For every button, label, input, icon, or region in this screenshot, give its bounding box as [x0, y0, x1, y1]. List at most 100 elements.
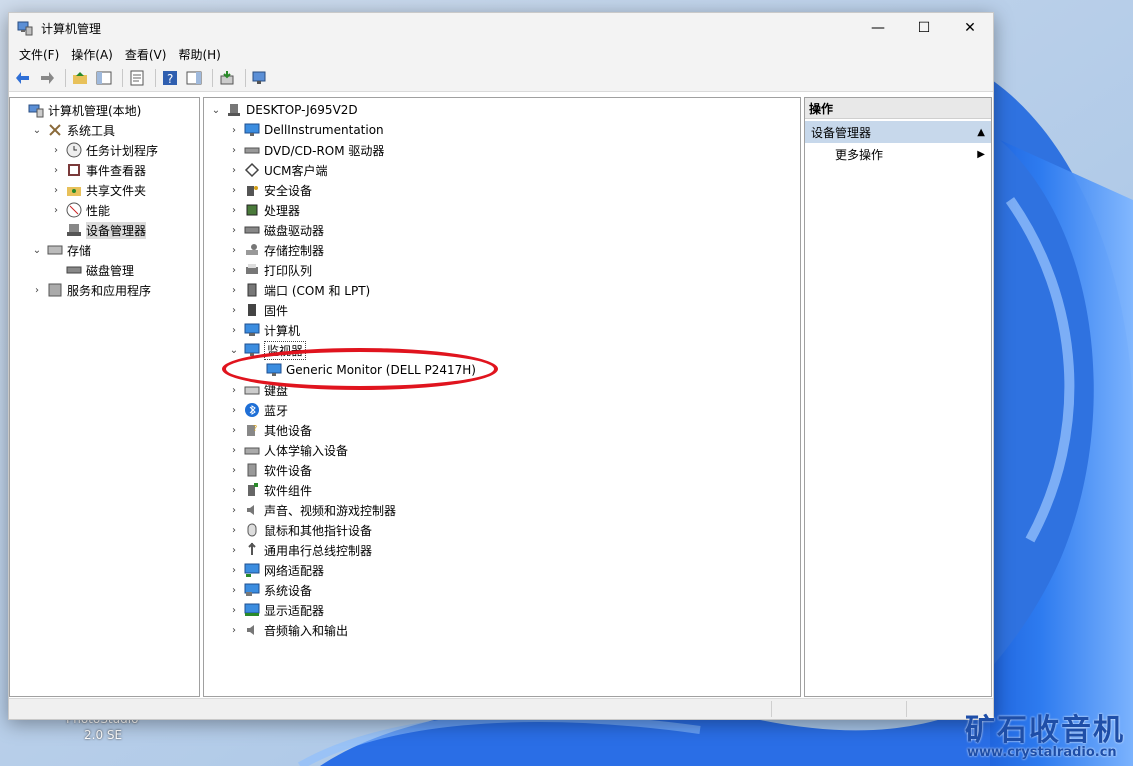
nav-tree-item[interactable]: ⌄ 系统工具: [10, 120, 199, 140]
back-arrow-icon[interactable]: [13, 68, 33, 88]
chevron-right-icon[interactable]: ›: [228, 144, 240, 156]
device-category[interactable]: › 蓝牙: [204, 400, 800, 420]
nav-tree-item[interactable]: › 事件查看器: [10, 160, 199, 180]
menu-action[interactable]: 操作(A): [65, 46, 119, 63]
chevron-right-icon[interactable]: ›: [228, 524, 240, 536]
chevron-right-icon[interactable]: ›: [228, 204, 240, 216]
device-label: DVD/CD-ROM 驱动器: [264, 143, 385, 158]
device-category[interactable]: › 显示适配器: [204, 600, 800, 620]
chevron-right-icon[interactable]: ›: [228, 324, 240, 336]
nav-tree-item[interactable]: 计算机管理(本地): [10, 100, 199, 120]
chevron-right-icon[interactable]: ›: [228, 444, 240, 456]
device-category[interactable]: › 存储控制器: [204, 240, 800, 260]
device-category[interactable]: › 软件组件: [204, 480, 800, 500]
device-category[interactable]: › 固件: [204, 300, 800, 320]
toolbar: ?: [9, 65, 993, 92]
device-category[interactable]: › 系统设备: [204, 580, 800, 600]
properties-icon[interactable]: [127, 68, 147, 88]
device-category[interactable]: › 软件设备: [204, 460, 800, 480]
chevron-right-icon[interactable]: ›: [228, 544, 240, 556]
device-category[interactable]: › UCM客户端: [204, 160, 800, 180]
chevron-right-icon[interactable]: ›: [50, 164, 62, 176]
device-category[interactable]: › 网络适配器: [204, 560, 800, 580]
svg-text:?: ?: [253, 424, 257, 433]
brand-title: 矿石收音机: [965, 713, 1125, 748]
device-category[interactable]: › 音频输入和输出: [204, 620, 800, 640]
chevron-right-icon[interactable]: ›: [228, 164, 240, 176]
menu-file[interactable]: 文件(F): [13, 46, 65, 63]
chevron-right-icon[interactable]: ›: [50, 184, 62, 196]
chevron-right-icon[interactable]: ›: [228, 564, 240, 576]
nav-tree-item[interactable]: 设备管理器: [10, 220, 199, 240]
device-category[interactable]: › 声音、视频和游戏控制器: [204, 500, 800, 520]
nav-tree-item[interactable]: › 服务和应用程序: [10, 280, 199, 300]
chevron-right-icon[interactable]: ›: [228, 224, 240, 236]
nav-tree-item[interactable]: › 任务计划程序: [10, 140, 199, 160]
chevron-right-icon[interactable]: ›: [228, 304, 240, 316]
device-category[interactable]: › 打印队列: [204, 260, 800, 280]
chevron-right-icon[interactable]: ›: [228, 504, 240, 516]
chevron-right-icon[interactable]: ›: [228, 484, 240, 496]
chevron-right-icon[interactable]: ›: [228, 184, 240, 196]
device-label: 计算机: [264, 323, 301, 338]
chevron-right-icon[interactable]: ›: [228, 404, 240, 416]
device-category[interactable]: › 磁盘驱动器: [204, 220, 800, 240]
device-category[interactable]: › 计算机: [204, 320, 800, 340]
nav-tree-item[interactable]: 磁盘管理: [10, 260, 199, 280]
chevron-right-icon[interactable]: ›: [228, 624, 240, 636]
chevron-right-icon[interactable]: ›: [228, 424, 240, 436]
collapse-up-icon[interactable]: ▲: [977, 127, 985, 138]
nav-tree-item[interactable]: › 性能: [10, 200, 199, 220]
device-label: 磁盘驱动器: [264, 223, 325, 238]
chevron-right-icon[interactable]: ›: [228, 464, 240, 476]
device-category[interactable]: › DellInstrumentation: [204, 120, 800, 140]
device-category[interactable]: › 处理器: [204, 200, 800, 220]
device-category[interactable]: › 安全设备: [204, 180, 800, 200]
chevron-right-icon[interactable]: ›: [228, 244, 240, 256]
software-component-icon: [248, 483, 258, 496]
device-category[interactable]: › 端口 (COM 和 LPT): [204, 280, 800, 300]
up-folder-icon[interactable]: [70, 68, 90, 88]
chevron-right-icon[interactable]: ›: [31, 284, 43, 296]
maximize-button[interactable]: ☐: [901, 13, 947, 43]
show-hide-tree-icon[interactable]: [94, 68, 114, 88]
minimize-button[interactable]: —: [855, 13, 901, 43]
chevron-down-icon[interactable]: ⌄: [31, 244, 43, 256]
system-device-icon: [244, 583, 260, 596]
update-driver-icon[interactable]: [217, 68, 237, 88]
more-actions-item[interactable]: 更多操作 ▶: [805, 143, 991, 165]
scan-hardware-icon[interactable]: [250, 68, 270, 88]
nav-tree-item[interactable]: › 共享文件夹: [10, 180, 199, 200]
device-category[interactable]: ›? 其他设备: [204, 420, 800, 440]
chevron-right-icon[interactable]: ›: [50, 204, 62, 216]
chevron-right-icon[interactable]: ›: [228, 264, 240, 276]
menu-help[interactable]: 帮助(H): [172, 46, 226, 63]
chevron-down-icon[interactable]: ⌄: [228, 344, 240, 356]
audio-icon: [247, 625, 254, 635]
device-category[interactable]: › 鼠标和其他指针设备: [204, 520, 800, 540]
device-label: 人体学输入设备: [264, 443, 349, 458]
ucm-icon: [244, 162, 260, 178]
device-tree-root[interactable]: ⌄ DESKTOP-J695V2D: [204, 100, 800, 120]
chevron-right-icon[interactable]: ›: [228, 584, 240, 596]
chevron-right-icon[interactable]: ›: [228, 124, 240, 136]
nav-tree-item-label: 存储: [67, 243, 92, 258]
close-button[interactable]: ✕: [947, 13, 993, 43]
menu-view[interactable]: 查看(V): [119, 46, 173, 63]
action-pane-icon[interactable]: [184, 68, 204, 88]
device-category[interactable]: › 通用串行总线控制器: [204, 540, 800, 560]
chevron-right-icon[interactable]: ›: [228, 284, 240, 296]
desktop-icon-label[interactable]: 2.0 SE: [84, 728, 122, 742]
help-icon[interactable]: ?: [160, 68, 180, 88]
chevron-right-icon[interactable]: ›: [228, 384, 240, 396]
actions-section-device-manager[interactable]: 设备管理器 ▲: [805, 121, 991, 143]
chevron-down-icon[interactable]: ⌄: [31, 124, 43, 136]
device-category[interactable]: › DVD/CD-ROM 驱动器: [204, 140, 800, 160]
chevron-right-icon[interactable]: ›: [50, 144, 62, 156]
actions-pane: 操作 设备管理器 ▲ 更多操作 ▶: [804, 97, 992, 697]
chevron-right-icon[interactable]: ›: [228, 604, 240, 616]
device-category[interactable]: › 人体学输入设备: [204, 440, 800, 460]
nav-tree-item[interactable]: ⌄ 存储: [10, 240, 199, 260]
chevron-down-icon[interactable]: ⌄: [210, 104, 222, 116]
forward-arrow-icon[interactable]: [37, 68, 57, 88]
